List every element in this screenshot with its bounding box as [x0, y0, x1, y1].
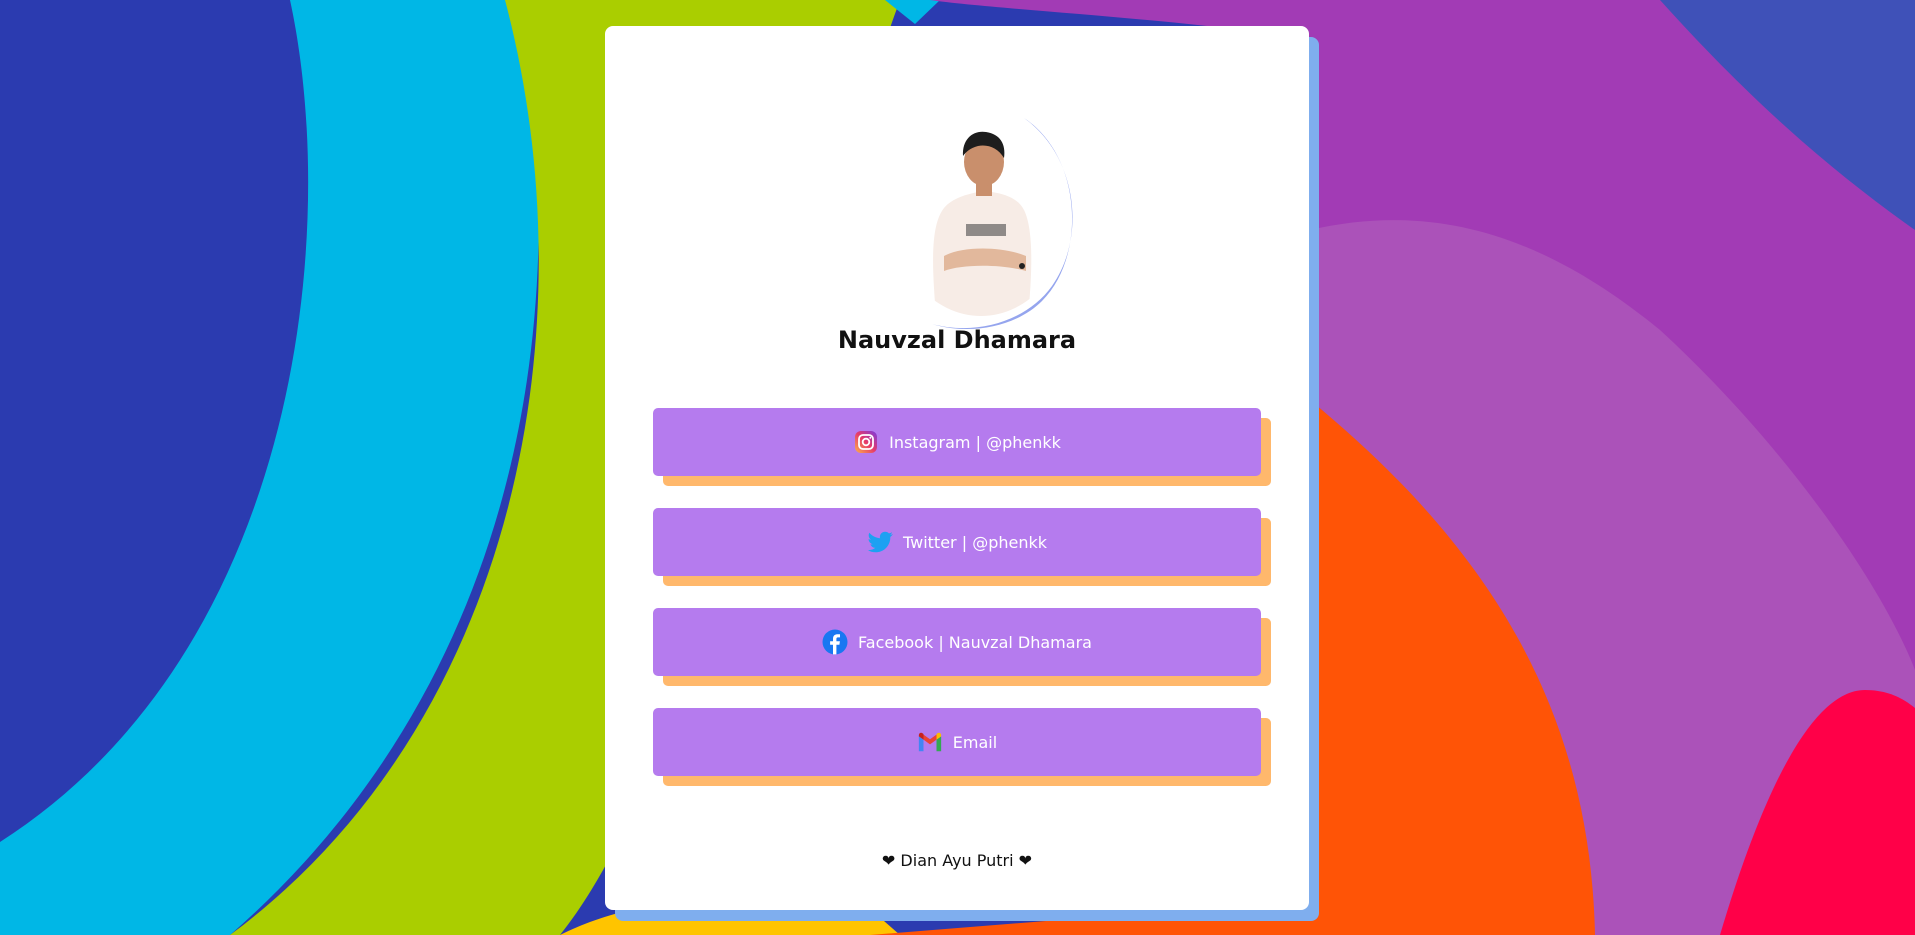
button-face[interactable]: Email: [653, 708, 1261, 776]
page: Nauvzal Dhamara Instagram | @phenkk Twit…: [0, 0, 1915, 935]
button-face[interactable]: Facebook | Nauvzal Dhamara: [653, 608, 1261, 676]
twitter-link-label: Twitter | @phenkk: [903, 532, 1047, 552]
profile-name: Nauvzal Dhamara: [837, 326, 1077, 354]
profile-card: Nauvzal Dhamara Instagram | @phenkk Twit…: [605, 26, 1309, 910]
email-link-button[interactable]: Email: [653, 708, 1271, 786]
email-link-label: Email: [952, 732, 998, 752]
footer-credit-text: Dian Ayu Putri: [900, 851, 1014, 870]
avatar-container: [892, 86, 1082, 336]
facebook-icon: [822, 629, 848, 655]
person-photo-icon: [892, 106, 1070, 316]
heart-icon: ❤: [881, 851, 896, 870]
instagram-link-label: Instagram | @phenkk: [889, 432, 1061, 452]
twitter-link-button[interactable]: Twitter | @phenkk: [653, 508, 1271, 586]
instagram-link-button[interactable]: Instagram | @phenkk: [653, 408, 1271, 486]
instagram-icon: [853, 429, 879, 455]
heart-icon: ❤: [1018, 851, 1033, 870]
facebook-link-button[interactable]: Facebook | Nauvzal Dhamara: [653, 608, 1271, 686]
button-face[interactable]: Twitter | @phenkk: [653, 508, 1261, 576]
button-face[interactable]: Instagram | @phenkk: [653, 408, 1261, 476]
twitter-icon: [867, 529, 893, 555]
avatar: [892, 106, 1070, 316]
footer-credit: ❤ Dian Ayu Putri ❤: [605, 851, 1309, 870]
facebook-link-label: Facebook | Nauvzal Dhamara: [858, 632, 1092, 652]
gmail-icon: [917, 729, 943, 755]
